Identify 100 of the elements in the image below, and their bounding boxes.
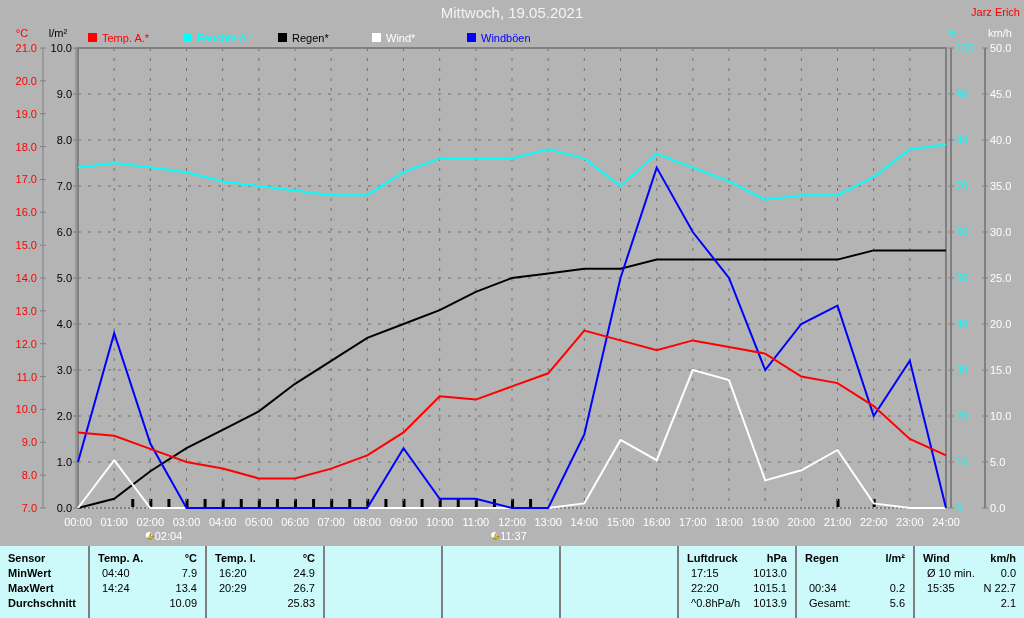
marker-time: 02:04 [154, 530, 183, 540]
axis-label: 5.0 [990, 456, 1006, 468]
chart-title: Mittwoch, 19.05.2021 [440, 4, 584, 22]
stat-time: 15:35 [926, 581, 955, 596]
axis-label: 15.0 [15, 239, 37, 252]
axis-label: 9.0 [56, 88, 72, 100]
marker-time: 11:37 [500, 530, 527, 540]
axis-label: 1.0 [56, 456, 72, 468]
axis-label: 15:00 [606, 516, 635, 528]
axis-label: 15.0 [990, 364, 1012, 376]
row-label: Sensor [8, 551, 47, 566]
axis-label: 25.0 [990, 272, 1012, 284]
axis-label: 10.0 [50, 42, 72, 54]
axis-unit: % [947, 27, 957, 39]
stat-value: 1015.1 [753, 581, 787, 596]
axis-label: 70 [956, 180, 969, 192]
axis-label: 06:00 [281, 516, 309, 528]
stat-time: 00:34 [808, 581, 837, 596]
axis-label: 10:00 [425, 516, 454, 528]
axis-label: 21:00 [823, 516, 852, 528]
panel-title: Temp. I. [215, 551, 256, 566]
axis-label: 18.0 [15, 140, 37, 153]
axis-label: 02:00 [136, 516, 165, 528]
stat-value: 13.4 [175, 581, 197, 596]
axis-label: 11.0 [16, 370, 37, 383]
legend-label: Windböen [481, 32, 531, 44]
stat-time: 20:29 [218, 581, 247, 596]
stat-value: 25.83 [287, 596, 315, 611]
axis-label: 40 [956, 318, 969, 330]
axis-label: 05:00 [245, 516, 273, 528]
axis-label: 09:00 [389, 516, 418, 528]
legend-label: Feuchte A.* [197, 32, 254, 44]
axis-label: 17:00 [679, 516, 707, 528]
axis-label: 6.0 [56, 226, 72, 238]
axis-label: 13:00 [534, 516, 562, 528]
panel-unit: hPa [766, 551, 787, 566]
axis-label: 7.0 [56, 180, 72, 192]
legend-label: Wind* [386, 32, 416, 44]
axis-label: 35.0 [990, 180, 1012, 192]
axis-label: 8.0 [21, 469, 37, 482]
stat-value: 5.6 [889, 596, 905, 611]
stat-time: 22:20 [690, 581, 719, 596]
axis-label: 7.0 [21, 502, 37, 514]
stat-value: 1013.9 [753, 596, 787, 611]
axis-label: 21.0 [15, 42, 37, 54]
stat-value: 0.2 [889, 581, 905, 596]
owner-name: Jarz Erich [971, 5, 1020, 20]
panel-title: Temp. A. [98, 551, 144, 566]
axis-label: 30 [956, 364, 969, 376]
axis-label: 45.0 [990, 88, 1012, 100]
axis-label: 00:00 [64, 516, 92, 528]
axis-label: 8.0 [56, 134, 72, 146]
legend-label: Regen* [292, 32, 329, 44]
axis-label: 80 [956, 134, 969, 146]
axis-label: 3.0 [56, 364, 72, 376]
axis-label: 08:00 [353, 516, 382, 528]
stat-value: 1013.0 [753, 566, 787, 581]
weather-icon [145, 532, 154, 540]
axis-label: 17.0 [15, 173, 37, 186]
axis-label: 0.0 [56, 502, 72, 514]
stat-time: ^0.8hPa/h [690, 596, 741, 611]
axis-unit: km/h [988, 27, 1012, 39]
axis-label: 20.0 [15, 74, 37, 87]
stat-time: Ø 10 min. [926, 566, 975, 581]
axis-label: 20:00 [787, 516, 816, 528]
axis-label: 19:00 [751, 516, 779, 528]
axis-label: 23:00 [896, 516, 924, 528]
axis-label: 2.0 [56, 410, 72, 422]
axis-label: 10.0 [990, 410, 1012, 422]
stat-value: 2.1 [1000, 596, 1016, 611]
stat-time: 14:24 [101, 581, 130, 596]
axis-label: 01:00 [100, 516, 128, 528]
stat-value: 0.0 [1000, 566, 1016, 581]
axis-unit: l/m² [48, 27, 68, 39]
axis-label: 50.0 [990, 42, 1012, 54]
axis-label: 60 [956, 226, 969, 238]
stat-time: Gesamt: [808, 596, 851, 611]
row-label: MaxWert [8, 581, 55, 596]
axis-label: 13.0 [15, 304, 37, 317]
panel-title: Wind [923, 551, 950, 566]
axis-label: 5.0 [56, 272, 72, 284]
axis-label: 90 [956, 88, 969, 100]
stat-value: 24.9 [293, 566, 315, 581]
axis-label: 14:00 [570, 516, 599, 528]
axis-unit: °C [15, 27, 29, 39]
axis-label: 4.0 [56, 318, 72, 330]
axis-label: 04:00 [208, 516, 237, 528]
stat-value: N 22.7 [983, 581, 1016, 596]
row-label: MinWert [8, 566, 53, 581]
axis-label: 30.0 [990, 226, 1012, 238]
axis-label: 19.0 [15, 107, 37, 120]
legend-label: Temp. A.* [102, 32, 150, 44]
stat-time: 16:20 [218, 566, 247, 581]
axis-label: 10.0 [15, 403, 37, 416]
axis-label: 18:00 [715, 516, 743, 528]
axis-label: 20 [956, 410, 969, 422]
axis-label: 10 [956, 456, 969, 468]
axis-label: 0.0 [990, 502, 1006, 514]
axis-label: 22:00 [859, 516, 888, 528]
axis-label: 40.0 [990, 134, 1012, 146]
